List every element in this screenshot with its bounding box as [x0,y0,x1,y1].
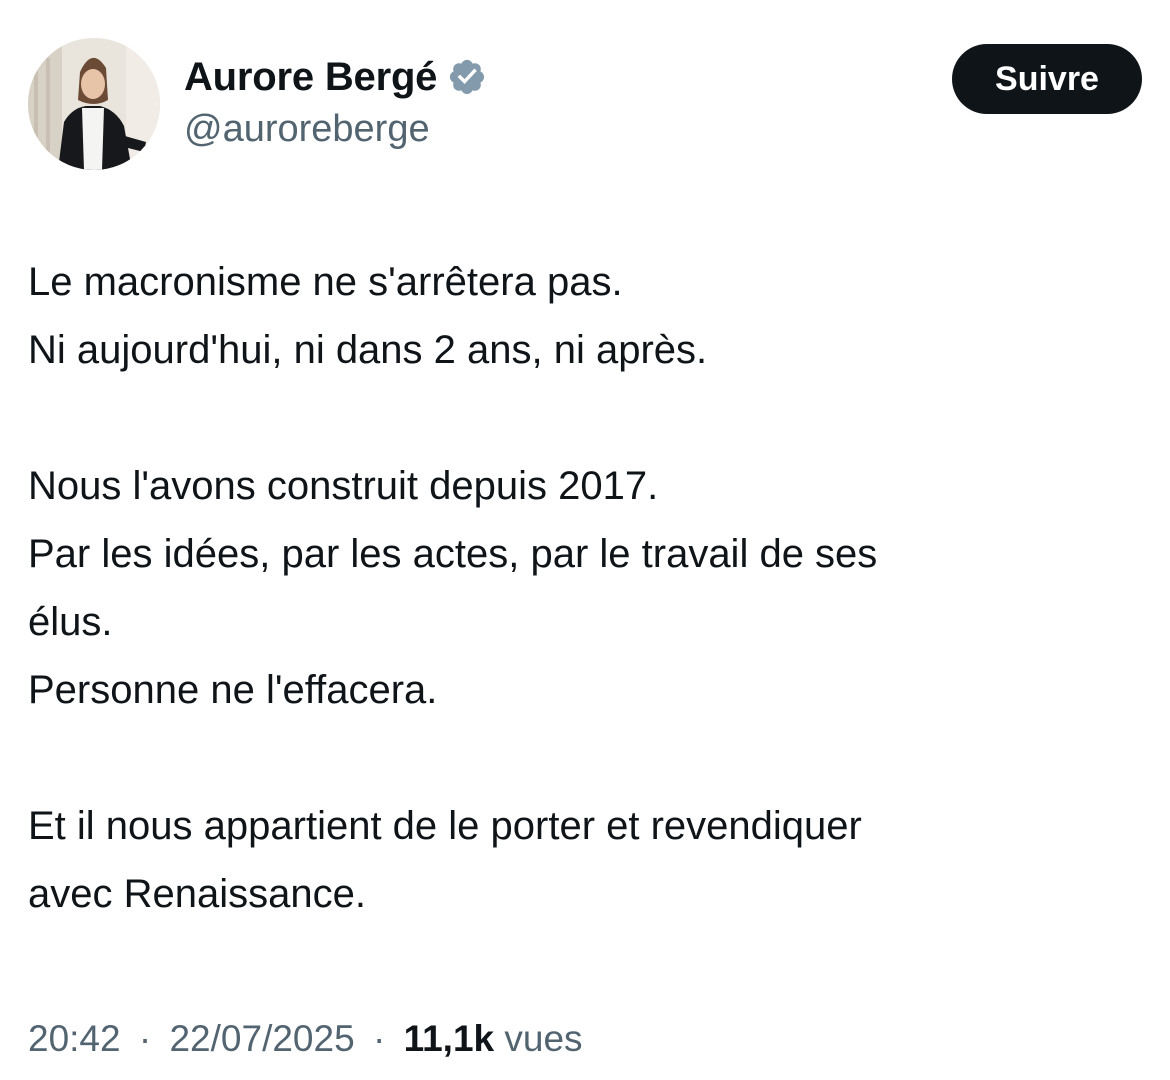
tweet-line: élus. [28,600,113,644]
author-name-row: Aurore Bergé [184,52,487,102]
tweet-header: Aurore Bergé @auroreberge Suivre [28,38,1142,172]
tweet-date[interactable]: 22/07/2025 [169,1018,354,1059]
tweet-line: Par les idées, par les actes, par le tra… [28,532,878,576]
views-count: 11,1k [403,1018,495,1059]
views-label: vues [504,1018,583,1059]
author-identity: Aurore Bergé @auroreberge [184,52,487,151]
tweet-paragraph: Nous l'avons construit depuis 2017. Par … [28,452,1138,724]
author-handle[interactable]: @auroreberge [184,108,487,151]
avatar[interactable] [28,38,160,170]
tweet-meta: 20:42 · 22/07/2025 · 11,1k vues [28,1018,583,1060]
tweet-time[interactable]: 20:42 [28,1018,121,1059]
tweet-line: Et il nous appartient de le porter et re… [28,804,862,848]
tweet-paragraph: Et il nous appartient de le porter et re… [28,792,1138,928]
follow-button[interactable]: Suivre [952,44,1142,114]
tweet-line: Ni aujourd'hui, ni dans 2 ans, ni après. [28,328,708,372]
tweet-paragraph: Le macronisme ne s'arrêtera pas. Ni aujo… [28,248,1138,384]
tweet-line: Nous l'avons construit depuis 2017. [28,464,659,508]
verified-badge-icon [447,57,487,97]
tweet-line: avec Renaissance. [28,872,366,916]
avatar-photo [28,38,160,170]
meta-separator: · [138,1018,152,1059]
tweet: Aurore Bergé @auroreberge Suivre Le macr… [0,0,1170,1080]
author-display-name[interactable]: Aurore Bergé [184,55,437,100]
tweet-line: Le macronisme ne s'arrêtera pas. [28,260,623,304]
tweet-text: Le macronisme ne s'arrêtera pas. Ni aujo… [28,248,1138,928]
meta-separator: · [372,1018,386,1059]
tweet-line: Personne ne l'effacera. [28,668,438,712]
